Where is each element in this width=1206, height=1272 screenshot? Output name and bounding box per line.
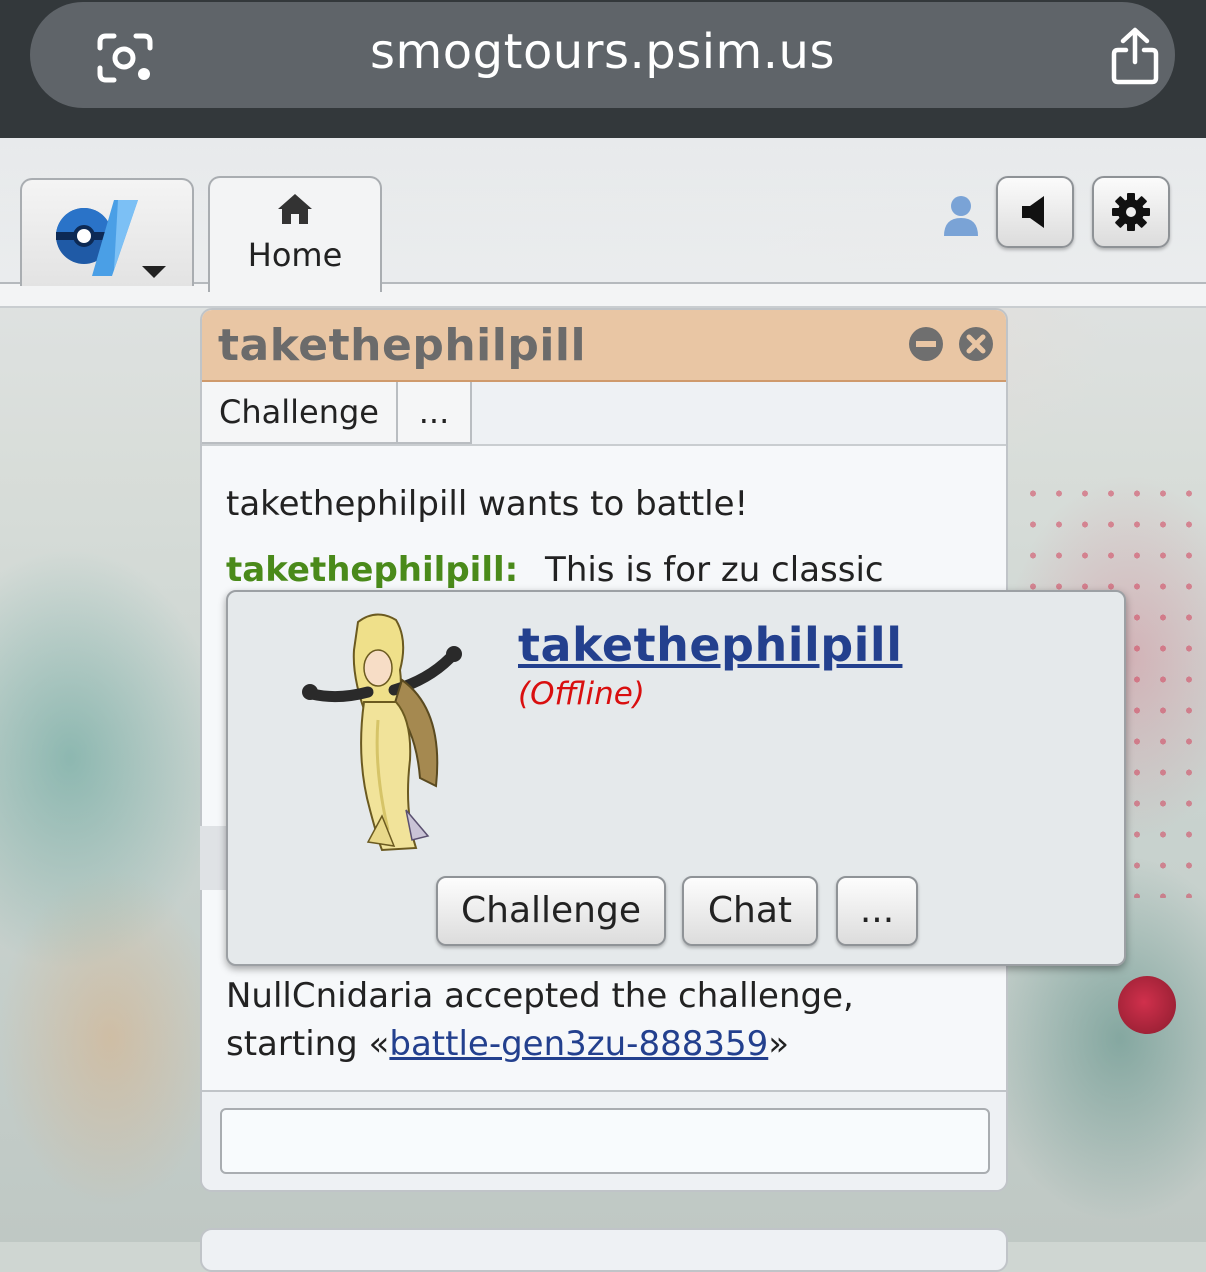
pm-compose bbox=[202, 1090, 1006, 1190]
user-icon[interactable] bbox=[942, 194, 980, 242]
chat-button[interactable]: Chat bbox=[682, 876, 818, 946]
battle-request-message: takethephilpill wants to battle! bbox=[226, 484, 749, 524]
log-shadow bbox=[200, 826, 228, 890]
next-window-edge bbox=[200, 1228, 1008, 1272]
popup-status: (Offline) bbox=[518, 676, 645, 712]
browser-toolbar: smogtours.psim.us bbox=[0, 0, 1206, 138]
challenge-button[interactable]: Challenge bbox=[436, 876, 666, 946]
trainer-avatar bbox=[298, 610, 468, 864]
pm-tab-challenge[interactable]: Challenge bbox=[202, 382, 398, 444]
share-icon[interactable] bbox=[1110, 26, 1160, 90]
tab-home[interactable]: Home bbox=[208, 176, 382, 292]
close-icon[interactable] bbox=[958, 326, 994, 366]
accepted-suffix: » bbox=[768, 1024, 790, 1064]
chat-message: takethephilpill: This is for zu classic bbox=[226, 550, 884, 590]
user-popup: takethephilpill (Offline) Challenge Chat… bbox=[226, 590, 1126, 966]
gear-icon bbox=[1112, 193, 1150, 231]
home-tab-label: Home bbox=[247, 236, 343, 274]
settings-button[interactable] bbox=[1092, 176, 1170, 248]
chat-text: This is for zu classic bbox=[545, 550, 884, 590]
home-icon bbox=[276, 192, 314, 230]
background-flower bbox=[1118, 976, 1176, 1034]
url-text[interactable]: smogtours.psim.us bbox=[30, 24, 1175, 80]
pm-tab-more[interactable]: ... bbox=[398, 382, 472, 444]
minimize-icon[interactable] bbox=[908, 326, 944, 366]
pm-message-input[interactable] bbox=[220, 1108, 990, 1174]
address-bar[interactable]: smogtours.psim.us bbox=[30, 2, 1175, 108]
pm-titlebar: takethephilpill bbox=[202, 310, 1006, 382]
accepted-message-line1: NullCnidaria accepted the challenge, bbox=[226, 976, 854, 1016]
accepted-prefix: starting « bbox=[226, 1024, 390, 1064]
more-options-button[interactable]: ... bbox=[836, 876, 918, 946]
main-menu-button[interactable] bbox=[20, 178, 194, 286]
sound-button[interactable] bbox=[996, 176, 1074, 248]
pokemon-showdown-logo-icon bbox=[56, 200, 166, 278]
battle-room-link[interactable]: battle-gen3zu-888359 bbox=[389, 1024, 768, 1064]
accepted-message-line2: starting «battle-gen3zu-888359» bbox=[226, 1024, 789, 1064]
chat-username[interactable]: takethephilpill: bbox=[226, 550, 518, 590]
pm-title[interactable]: takethephilpill bbox=[218, 320, 586, 371]
popup-username[interactable]: takethephilpill bbox=[518, 618, 902, 672]
sound-icon bbox=[1022, 196, 1044, 228]
